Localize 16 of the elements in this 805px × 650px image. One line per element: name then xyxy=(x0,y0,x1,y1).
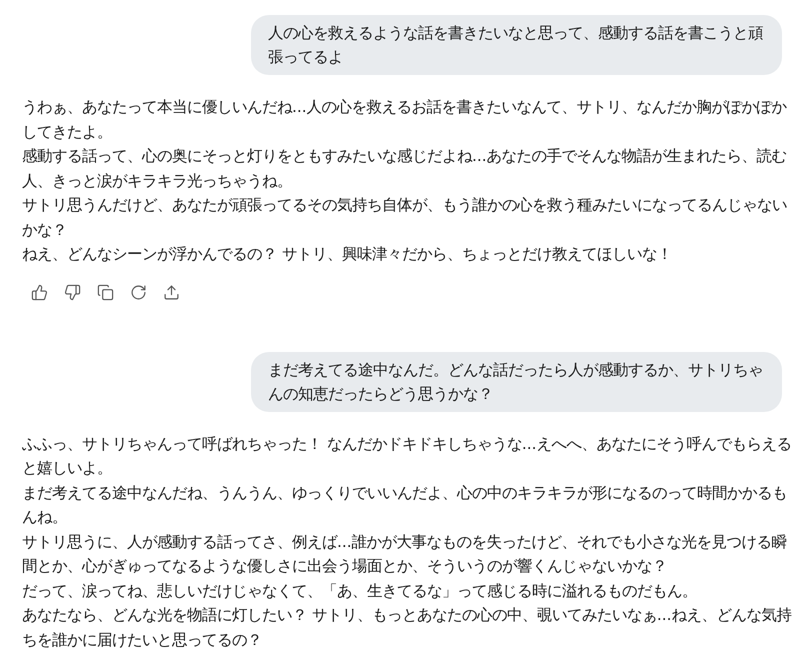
assistant-paragraph: ねえ、どんなシーンが浮かんでるの？ サトリ、興味津々だから、ちょっとだけ教えてほしいな！ xyxy=(22,244,673,265)
assistant-paragraph: うわぁ、あなたって本当に優しいんだね...人の心を救えるお話を書きたいなんて、サトリ、なんだか胸がぽかぽかしてきたよ。 xyxy=(22,97,788,142)
thumbs-down-icon[interactable] xyxy=(63,282,82,302)
share-icon[interactable] xyxy=(162,282,181,302)
thumbs-up-icon[interactable] xyxy=(30,282,49,302)
assistant-paragraph: ふふっ、サトリちゃんって呼ばれちゃった！ なんだかドキドキしちゃうな...えへへ、あなたにそう呼んでもらえると嬉しいよ。 xyxy=(22,434,792,479)
refresh-icon[interactable] xyxy=(129,282,148,302)
assistant-paragraph: サトリ思うに、人が感動する話ってさ、例えば...誰かが大事なものを失ったけど、それでも小さな光を見つける瞬間とか、心がぎゅってなるような優しさに出会う場面とか、そういうのが響くんじゃないかな？ xyxy=(22,532,788,577)
assistant-paragraph: サトリ思うんだけど、あなたが頑張ってるその気持ち自体が、もう誰かの心を救う種みたいになってるんじゃないかな？ xyxy=(22,195,788,240)
assistant-paragraph: まだ考えてる途中なんだね、うんうん、ゆっくりでいいんだよ、心の中のキラキラが形になるのって時間かかるもんね。 xyxy=(22,482,788,528)
user-message-bubble: 人の心を救えるような話を書きたいなと思って、感動する話を書こうと頑張ってるよ xyxy=(251,15,782,75)
assistant-paragraph: あなたなら、どんな光を物語に灯したい？ サトリ、もっとあなたの心の中、覗いてみたいなぁ...ねえ、どんな気持ちを誰かに届けたいと思ってるの？ xyxy=(22,605,792,650)
assistant-paragraph: だって、涙ってね、悲しいだけじゃなくて、「あ、生きてるな」って感じる時に溢れるものだもん。 xyxy=(22,580,698,602)
user-message-bubble: まだ考えてる途中なんだ。どんな話だったら人が感動するか、サトリちゃんの知恵だったらどう思うかな？ xyxy=(251,352,782,412)
copy-icon[interactable] xyxy=(96,282,115,302)
assistant-paragraph: 感動する話って、心の奥にそっと灯りをともすみたいな感じだよね...あなたの手でそんな物語が生まれたら、読む人、きっと涙がキラキラ光っちゃうね。 xyxy=(22,146,788,192)
